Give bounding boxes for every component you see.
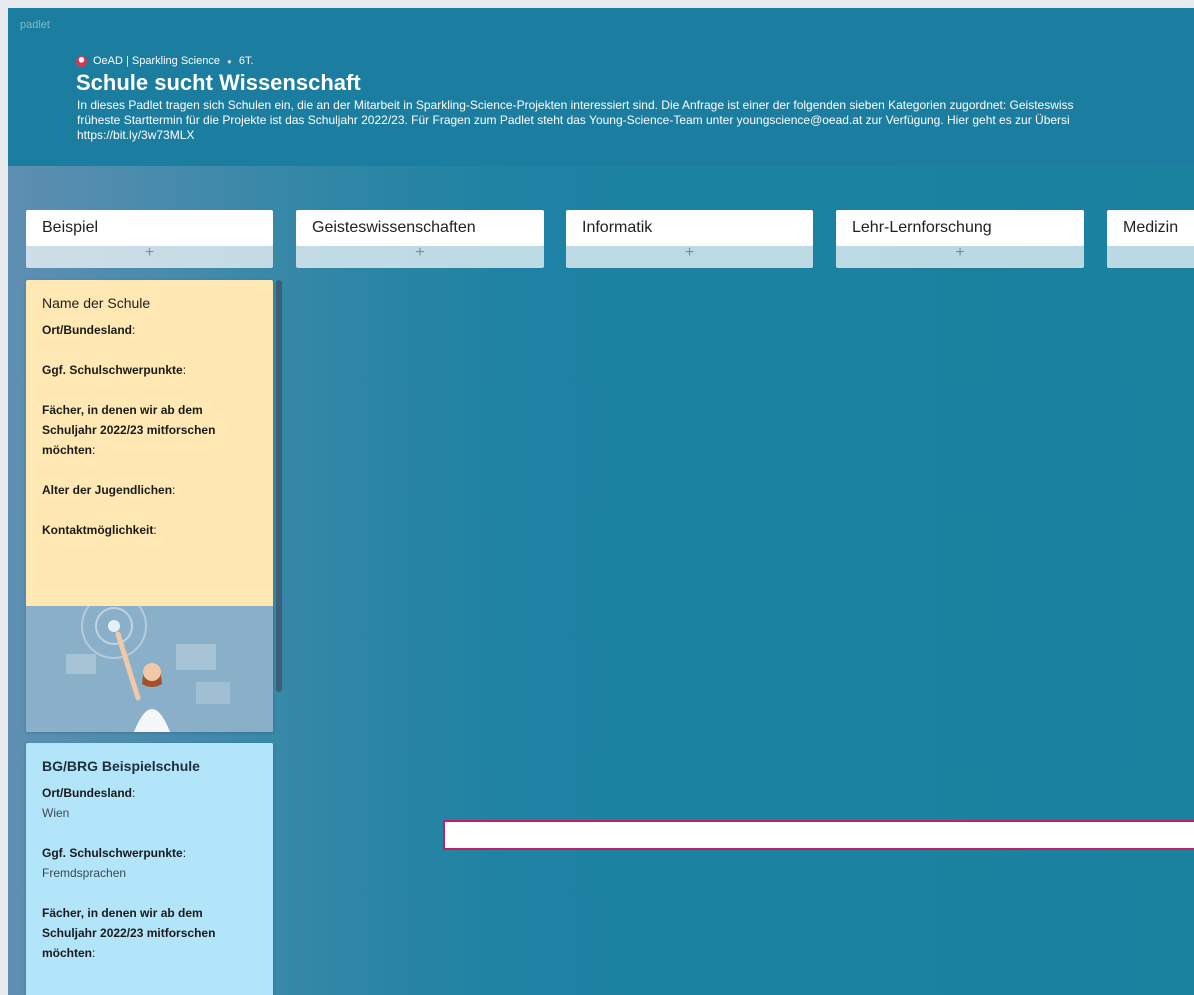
description-line: früheste Starttermin für die Projekte is… bbox=[77, 113, 1070, 127]
board-age: 6T. bbox=[238, 55, 254, 67]
post-card[interactable]: BG/BRG Beispielschule Ort/Bundesland: Wi… bbox=[26, 743, 273, 995]
author-name[interactable]: OeAD | Sparkling Science bbox=[93, 55, 220, 67]
board-description: In dieses Padlet tragen sich Schulen ein… bbox=[77, 98, 1194, 143]
add-post-button[interactable] bbox=[1107, 238, 1194, 268]
post-title: BG/BRG Beispielschule bbox=[42, 758, 200, 774]
author-avatar-icon bbox=[76, 55, 87, 67]
post-field: Fächer, in denen wir ab dem Schuljahr 20… bbox=[42, 906, 216, 960]
search-input[interactable] bbox=[443, 820, 1194, 850]
add-post-button[interactable]: + bbox=[566, 238, 813, 268]
board-title: Schule sucht Wissenschaft bbox=[76, 70, 361, 95]
scientist-touchscreen-image bbox=[26, 593, 273, 732]
post-field: Ggf. Schulschwerpunkte: bbox=[42, 363, 187, 377]
add-post-button[interactable]: + bbox=[296, 238, 544, 268]
separator-dot: ● bbox=[226, 56, 232, 66]
post-field: Ggf. Schulschwerpunkte: Fremdsprachen bbox=[42, 846, 187, 880]
description-link[interactable]: https://bit.ly/3w73MLX bbox=[77, 128, 1194, 143]
add-post-button[interactable]: + bbox=[26, 238, 273, 268]
post-field: Fächer, in denen wir ab dem Schuljahr 20… bbox=[42, 403, 216, 457]
post-card[interactable]: Name der Schule Ort/Bundesland: Ggf. Sch… bbox=[26, 280, 273, 732]
board-meta: OeAD | Sparkling Science ● 6T. bbox=[76, 55, 254, 67]
board-header: padlet OeAD | Sparkling Science ● 6T. Sc… bbox=[8, 8, 1194, 166]
post-field: Alter der Jugendlichen: bbox=[42, 483, 176, 497]
post-field: Ort/Bundesland: bbox=[42, 323, 136, 337]
add-post-button[interactable]: + bbox=[836, 238, 1084, 268]
post-field: Ort/Bundesland: Wien bbox=[42, 786, 136, 820]
padlet-board: padlet OeAD | Sparkling Science ● 6T. Sc… bbox=[8, 8, 1194, 995]
post-field: Kontaktmöglichkeit: bbox=[42, 523, 157, 537]
post-title: Name der Schule bbox=[42, 295, 151, 311]
post-attachment-image[interactable] bbox=[26, 593, 273, 732]
column-scrollbar[interactable] bbox=[276, 280, 282, 692]
description-line: In dieses Padlet tragen sich Schulen ein… bbox=[77, 98, 1074, 112]
padlet-logo[interactable]: padlet bbox=[20, 19, 50, 31]
